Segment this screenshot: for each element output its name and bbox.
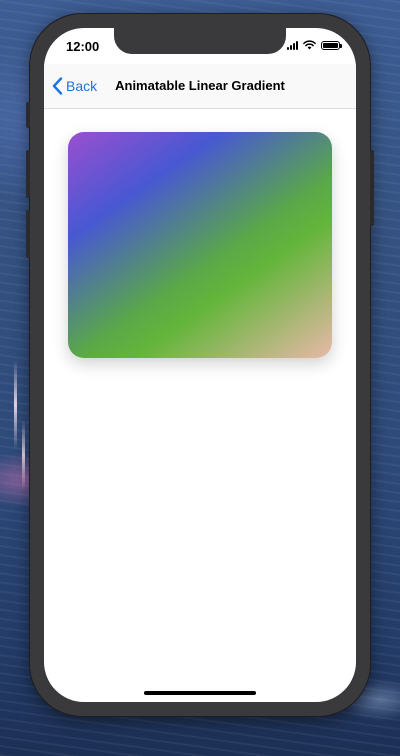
wallpaper-light-streak xyxy=(22,420,25,490)
phone-screen: 12:00 Back Animatable Linear Gradient xyxy=(44,28,356,702)
phone-volume-up-button xyxy=(26,150,30,198)
phone-power-button xyxy=(370,150,374,226)
status-time: 12:00 xyxy=(66,39,100,54)
animatable-gradient-view xyxy=(68,132,332,358)
phone-volume-down-button xyxy=(26,210,30,258)
cellular-signal-icon xyxy=(287,40,298,50)
back-button-label: Back xyxy=(66,78,98,94)
wallpaper-light-streak xyxy=(14,360,17,450)
notch xyxy=(114,28,286,54)
navigation-bar: Back Animatable Linear Gradient xyxy=(44,64,356,109)
back-button[interactable]: Back xyxy=(52,64,97,108)
phone-silent-switch xyxy=(26,102,30,128)
wifi-icon xyxy=(303,40,316,50)
battery-level-fill xyxy=(323,42,338,48)
home-indicator[interactable] xyxy=(144,691,256,695)
battery-icon xyxy=(321,40,342,50)
chevron-left-icon xyxy=(52,77,63,95)
status-icons xyxy=(287,40,342,50)
phone-frame: 12:00 Back Animatable Linear Gradient xyxy=(26,14,374,716)
